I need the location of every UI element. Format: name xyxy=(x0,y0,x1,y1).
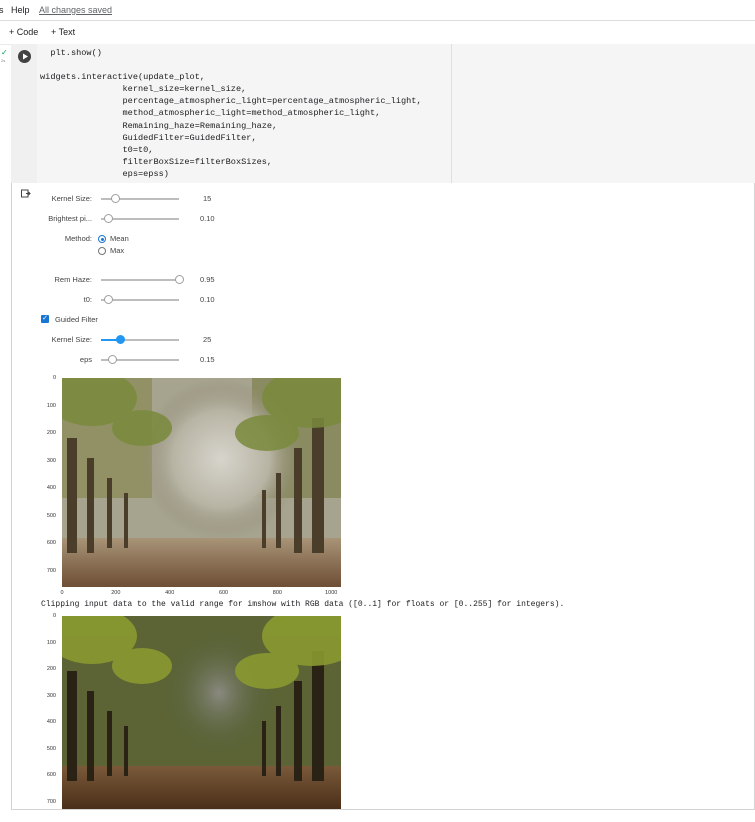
y-tick-label: 600 xyxy=(46,772,56,778)
method-mean-radio[interactable] xyxy=(98,235,106,243)
exec-time: 2s xyxy=(1,58,6,63)
gf-kernel-size-label: Kernel Size: xyxy=(51,335,92,344)
x-tick-label: 400 xyxy=(165,590,175,596)
x-tick-label: 200 xyxy=(111,590,121,596)
t0-handle[interactable] xyxy=(104,295,114,304)
y-tick-label: 400 xyxy=(46,485,56,491)
y-tick-label: 0 xyxy=(52,613,56,619)
eps-label: eps xyxy=(79,355,92,364)
rem-haze-handle[interactable] xyxy=(174,275,184,284)
brightest-label: Brightest pi... xyxy=(48,214,92,223)
method-label: Method: xyxy=(64,234,92,243)
y-tick-label: 700 xyxy=(46,567,56,574)
x-tick-label: 800 xyxy=(272,590,282,596)
cell-output: Kernel Size: 15 Brightest pi... 0.10 Met… xyxy=(11,183,755,810)
guided-filter-label: Guided Filter xyxy=(55,315,98,324)
code-text[interactable]: plt.show() widgets.interactive(update_pl… xyxy=(40,47,422,180)
eps-handle[interactable] xyxy=(108,355,118,364)
ruler-line xyxy=(451,44,452,183)
guided-filter-checkbox[interactable]: ✓ xyxy=(41,315,49,323)
play-icon xyxy=(23,53,28,60)
method-max-radio[interactable] xyxy=(98,247,106,255)
check-icon: ✓ xyxy=(1,48,8,57)
hazy-forest-image xyxy=(62,378,341,587)
plot-hazy-image: 0 100 200 300 400 500 600 700 0 200 400 … xyxy=(12,373,372,598)
y-tick-label: 300 xyxy=(46,457,56,464)
plot-dehazed-image: 0 100 200 300 400 500 600 700 xyxy=(12,613,372,809)
cell-gutter xyxy=(11,44,37,183)
method-max-label: Max xyxy=(110,246,125,255)
t0-value: 0.10 xyxy=(200,295,215,304)
gf-kernel-size-value: 25 xyxy=(203,335,212,344)
y-tick-label: 600 xyxy=(46,540,56,546)
add-text-button[interactable]: + Text xyxy=(51,27,75,37)
kernel-size-value: 15 xyxy=(203,194,212,203)
toolbar: + Code + Text xyxy=(0,20,755,45)
clipping-warning: Clipping input data to the valid range f… xyxy=(41,600,565,609)
rem-haze-slider[interactable] xyxy=(101,279,179,281)
t0-label: t0: xyxy=(83,295,92,304)
run-button[interactable] xyxy=(18,50,31,63)
x-tick-label: 1000 xyxy=(325,590,338,596)
kernel-size-handle[interactable] xyxy=(110,194,120,203)
eps-value: 0.15 xyxy=(200,355,215,364)
kernel-size-label: Kernel Size: xyxy=(51,194,92,203)
y-tick-label: 500 xyxy=(46,512,56,519)
gf-kernel-size-handle[interactable] xyxy=(116,335,125,344)
y-tick-label: 500 xyxy=(46,745,56,752)
x-tick-label: 600 xyxy=(218,590,229,596)
y-tick-label: 0 xyxy=(52,375,56,381)
y-tick-label: 700 xyxy=(46,798,56,805)
method-mean-label: Mean xyxy=(110,234,129,243)
menu-item-partial[interactable]: s xyxy=(0,5,4,15)
menu-item-help[interactable]: Help xyxy=(11,5,30,15)
dehazed-forest-image xyxy=(62,616,341,809)
y-tick-label: 300 xyxy=(46,692,56,699)
y-tick-label: 200 xyxy=(46,666,56,672)
rem-haze-value: 0.95 xyxy=(200,275,215,284)
add-code-button[interactable]: + Code xyxy=(9,27,38,37)
x-tick-label: 0 xyxy=(60,590,64,596)
y-tick-label: 200 xyxy=(46,430,56,436)
brightest-handle[interactable] xyxy=(104,214,114,223)
save-status[interactable]: All changes saved xyxy=(39,5,112,15)
y-tick-label: 400 xyxy=(46,719,56,725)
code-cell: ✓ 2s plt.show() widgets.interactive(upda… xyxy=(1,44,755,810)
rem-haze-label: Rem Haze: xyxy=(54,275,92,284)
menu-bar: s Help All changes saved xyxy=(0,0,755,20)
brightest-value: 0.10 xyxy=(200,214,215,223)
y-tick-label: 100 xyxy=(46,402,56,409)
y-tick-label: 100 xyxy=(46,639,56,646)
code-editor[interactable]: plt.show() widgets.interactive(update_pl… xyxy=(37,44,755,183)
gf-kernel-size-slider[interactable] xyxy=(101,339,179,341)
